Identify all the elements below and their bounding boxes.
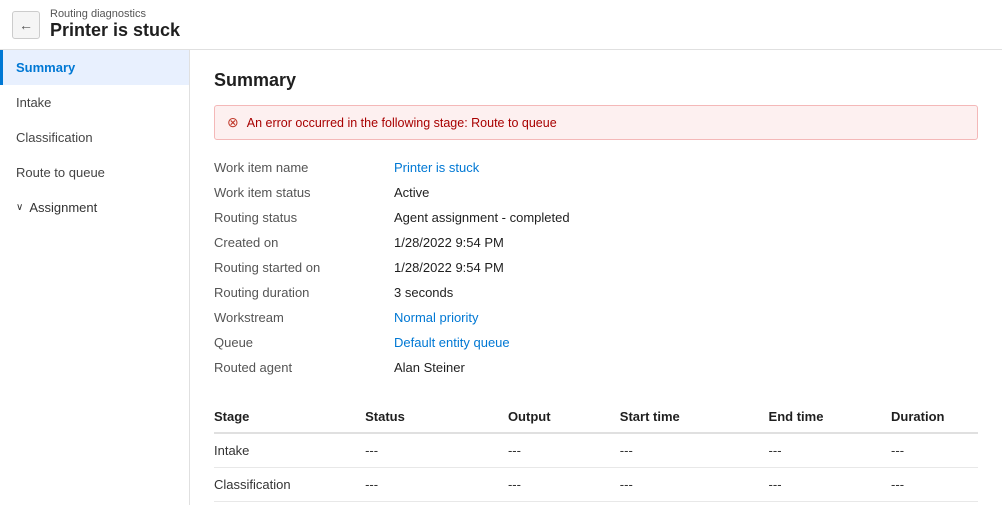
table-row: Intake --- --- --- --- --- bbox=[214, 433, 978, 468]
endtime-cell-route-to-queue: 1/28/2022 9:5... bbox=[769, 502, 892, 505]
col-header-stage: Stage bbox=[214, 401, 365, 433]
info-value-work-item-name[interactable]: Printer is stuck bbox=[394, 158, 978, 177]
info-value-queue[interactable]: Default entity queue bbox=[394, 333, 978, 352]
starttime-cell-classification: --- bbox=[620, 468, 769, 502]
starttime-cell-route-to-queue: 1/28/2022 9:54 PM bbox=[620, 502, 769, 505]
error-icon: ⊗ bbox=[227, 114, 239, 131]
back-button[interactable]: ← bbox=[12, 11, 40, 39]
stage-cell-route-to-queue: Route to queue bbox=[214, 502, 365, 505]
info-value-routed-agent: Alan Steiner bbox=[394, 358, 978, 377]
info-label-6: Workstream bbox=[214, 308, 394, 327]
info-label-1: Work item status bbox=[214, 183, 394, 202]
header: ← Routing diagnostics Printer is stuck bbox=[0, 0, 1002, 50]
status-cell-route-to-queue: ✘ Error bbox=[365, 502, 508, 505]
stage-cell-classification: Classification bbox=[214, 468, 365, 502]
info-value-workstream[interactable]: Normal priority bbox=[394, 308, 978, 327]
info-value-work-item-status: Active bbox=[394, 183, 978, 202]
col-header-end-time: End time bbox=[769, 401, 892, 433]
sidebar: Summary Intake Classification Route to q… bbox=[0, 50, 190, 505]
status-cell-intake: --- bbox=[365, 433, 508, 468]
stage-cell-intake: Intake bbox=[214, 433, 365, 468]
info-label-0: Work item name bbox=[214, 158, 394, 177]
table-row: Classification --- --- --- --- --- bbox=[214, 468, 978, 502]
table-row: Route to queue ✘ Error --- 1/28/2022 9:5… bbox=[214, 502, 978, 505]
sidebar-item-intake[interactable]: Intake bbox=[0, 85, 189, 120]
error-banner: ⊗ An error occurred in the following sta… bbox=[214, 105, 978, 140]
col-header-output: Output bbox=[508, 401, 620, 433]
info-label-8: Routed agent bbox=[214, 358, 394, 377]
content-area: Summary ⊗ An error occurred in the follo… bbox=[190, 50, 1002, 505]
duration-cell-classification: --- bbox=[891, 468, 978, 502]
sidebar-item-classification[interactable]: Classification bbox=[0, 120, 189, 155]
header-text: Routing diagnostics Printer is stuck bbox=[50, 8, 180, 41]
breadcrumb: Routing diagnostics bbox=[50, 8, 180, 20]
col-header-duration: Duration bbox=[891, 401, 978, 433]
stage-table: Stage Status Output Start time End time … bbox=[214, 401, 978, 505]
page-header-title: Printer is stuck bbox=[50, 20, 180, 41]
info-label-2: Routing status bbox=[214, 208, 394, 227]
duration-cell-intake: --- bbox=[891, 433, 978, 468]
info-label-7: Queue bbox=[214, 333, 394, 352]
duration-cell-route-to-queue: 0 seconds bbox=[891, 502, 978, 505]
chevron-icon: ∨ bbox=[16, 202, 23, 213]
main-layout: Summary Intake Classification Route to q… bbox=[0, 50, 1002, 505]
info-value-routing-duration: 3 seconds bbox=[394, 283, 978, 302]
error-message: An error occurred in the following stage… bbox=[247, 116, 557, 130]
sidebar-item-assignment[interactable]: ∨ Assignment bbox=[0, 190, 189, 225]
page-title: Summary bbox=[214, 70, 978, 91]
col-header-start-time: Start time bbox=[620, 401, 769, 433]
info-label-4: Routing started on bbox=[214, 258, 394, 277]
info-label-3: Created on bbox=[214, 233, 394, 252]
info-value-created-on: 1/28/2022 9:54 PM bbox=[394, 233, 978, 252]
info-grid: Work item name Printer is stuck Work ite… bbox=[214, 158, 978, 377]
output-cell-classification: --- bbox=[508, 468, 620, 502]
starttime-cell-intake: --- bbox=[620, 433, 769, 468]
sidebar-item-route-to-queue[interactable]: Route to queue bbox=[0, 155, 189, 190]
output-cell-intake: --- bbox=[508, 433, 620, 468]
status-cell-classification: --- bbox=[365, 468, 508, 502]
col-header-status: Status bbox=[365, 401, 508, 433]
info-value-routing-started-on: 1/28/2022 9:54 PM bbox=[394, 258, 978, 277]
sidebar-item-summary[interactable]: Summary bbox=[0, 50, 189, 85]
endtime-cell-classification: --- bbox=[769, 468, 892, 502]
output-cell-route-to-queue: --- bbox=[508, 502, 620, 505]
info-value-routing-status: Agent assignment - completed bbox=[394, 208, 978, 227]
info-label-5: Routing duration bbox=[214, 283, 394, 302]
endtime-cell-intake: --- bbox=[769, 433, 892, 468]
